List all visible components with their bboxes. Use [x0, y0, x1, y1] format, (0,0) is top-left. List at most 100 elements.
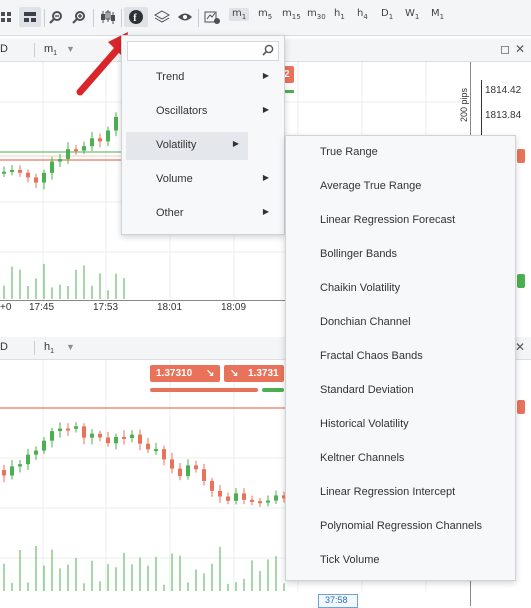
candle	[250, 499, 254, 502]
candle	[34, 177, 38, 183]
candle	[202, 469, 206, 481]
candle	[10, 466, 14, 476]
indicator-chaikin-volatility[interactable]: Chaikin Volatility	[286, 272, 515, 306]
pips-label: 200 pips	[459, 87, 469, 122]
menu-item-other[interactable]: Other ▶	[122, 200, 282, 228]
buy-bar	[262, 388, 284, 392]
indicator-donchian-channel[interactable]: Donchian Channel	[286, 306, 515, 340]
grid-layout-icon[interactable]	[0, 7, 14, 27]
indicator-standard-deviation[interactable]: Standard Deviation	[286, 374, 515, 408]
candle	[178, 468, 182, 477]
candle	[210, 480, 214, 491]
candle	[154, 449, 158, 452]
candle	[58, 159, 62, 162]
timeframe-m30[interactable]: m30	[307, 8, 326, 21]
price-marker	[517, 149, 525, 163]
timeframe-m5[interactable]: m5	[258, 8, 272, 21]
zoom-out-icon[interactable]	[47, 7, 65, 27]
menu-item-oscillators[interactable]: Oscillators ▶	[122, 98, 282, 126]
price-marker	[517, 400, 525, 414]
maximize-icon[interactable]: ◻	[500, 42, 510, 56]
candle	[234, 493, 238, 501]
menu-item-volatility[interactable]: Volatility ▶	[126, 132, 248, 160]
menu-item-volume[interactable]: Volume ▶	[122, 166, 282, 194]
search-icon[interactable]	[262, 43, 274, 61]
buy-price-badge[interactable]: ↘ 1.3731	[224, 365, 284, 382]
indicator-true-range[interactable]: True Range	[286, 136, 515, 170]
indicator-linear-regression-intercept[interactable]: Linear Regression Intercept	[286, 476, 515, 510]
candlestick-chart-icon[interactable]	[98, 7, 118, 27]
price-marker	[517, 274, 525, 288]
candle	[274, 495, 278, 501]
timeframe-h4[interactable]: h4	[357, 8, 368, 21]
top-timeframe-selector[interactable]: m1	[44, 43, 57, 57]
chevron-down-icon[interactable]: ▼	[66, 342, 75, 352]
timeframe-d1[interactable]: D1	[381, 8, 393, 21]
top-symbol-selector[interactable]: D	[0, 43, 8, 55]
bottom-timeframe-selector[interactable]: h1	[44, 341, 54, 355]
candle	[90, 433, 94, 438]
timeframe-m15[interactable]: m15	[282, 8, 301, 21]
timeframe-m1[interactable]: m1	[229, 8, 250, 21]
candle	[50, 431, 54, 441]
candle	[18, 464, 22, 467]
candle	[90, 138, 94, 147]
candle	[26, 454, 30, 465]
chart-settings-icon[interactable]	[202, 7, 222, 27]
candle	[82, 146, 86, 151]
candle	[242, 493, 246, 500]
candle	[26, 172, 30, 178]
indicator-average-true-range[interactable]: Average True Range	[286, 170, 515, 204]
timeframe-h1[interactable]: h1	[334, 8, 345, 21]
candle	[74, 149, 78, 152]
volatility-submenu: True Range Average True Range Linear Reg…	[285, 135, 516, 581]
chevron-right-icon: ▶	[262, 71, 269, 80]
menu-item-trend[interactable]: Trend ▶	[122, 64, 282, 92]
candle	[194, 465, 198, 470]
layout-split-icon[interactable]	[19, 7, 41, 27]
candle	[258, 501, 262, 504]
layers-icon[interactable]	[152, 7, 172, 27]
candle	[42, 172, 46, 183]
indicator-polynomial-regression-channels[interactable]: Polynomial Regression Channels	[286, 510, 515, 544]
indicator-fractal-chaos-bands[interactable]: Fractal Chaos Bands	[286, 340, 515, 374]
chevron-right-icon: ▶	[262, 105, 269, 114]
candle	[170, 459, 174, 469]
candle	[66, 428, 70, 431]
candle	[18, 170, 22, 173]
indicator-linear-regression-forecast[interactable]: Linear Regression Forecast	[286, 204, 515, 238]
candle	[226, 496, 230, 501]
candle	[106, 437, 110, 444]
chevron-right-icon: ▶	[232, 139, 239, 148]
time-label: +0	[0, 302, 12, 313]
indicator-tick-volume[interactable]: Tick Volume	[286, 544, 515, 578]
time-label: 18:09	[221, 302, 247, 313]
sell-price-badge[interactable]: 1.37310 ↘	[150, 365, 220, 382]
candle	[82, 426, 86, 438]
candle	[98, 138, 102, 142]
eye-icon[interactable]	[175, 7, 195, 27]
candle	[114, 116, 118, 131]
close-icon[interactable]: ✕	[515, 42, 525, 56]
timeframe-mn1[interactable]: M1	[431, 8, 444, 21]
indicators-icon[interactable]: f	[124, 7, 148, 27]
candle	[138, 434, 142, 444]
close-icon[interactable]: ✕	[515, 340, 525, 354]
candle	[74, 426, 78, 429]
candle	[34, 450, 38, 455]
indicator-search-input[interactable]	[127, 41, 279, 61]
price-label: 1814.42	[485, 85, 522, 96]
candle	[162, 449, 166, 460]
time-label: 17:53	[93, 302, 119, 313]
timeframe-w1[interactable]: W1	[405, 8, 419, 21]
chevron-right-icon: ▶	[262, 173, 269, 182]
time-label: 18:01	[157, 302, 183, 313]
chevron-right-icon: ▶	[262, 207, 269, 216]
indicator-bollinger-bands[interactable]: Bollinger Bands	[286, 238, 515, 272]
bottom-symbol-selector[interactable]: D	[0, 341, 8, 353]
candle	[58, 428, 62, 432]
indicator-keltner-channels[interactable]: Keltner Channels	[286, 442, 515, 476]
candle	[2, 171, 6, 174]
zoom-in-icon[interactable]	[70, 7, 88, 27]
indicator-historical-volatility[interactable]: Historical Volatility	[286, 408, 515, 442]
